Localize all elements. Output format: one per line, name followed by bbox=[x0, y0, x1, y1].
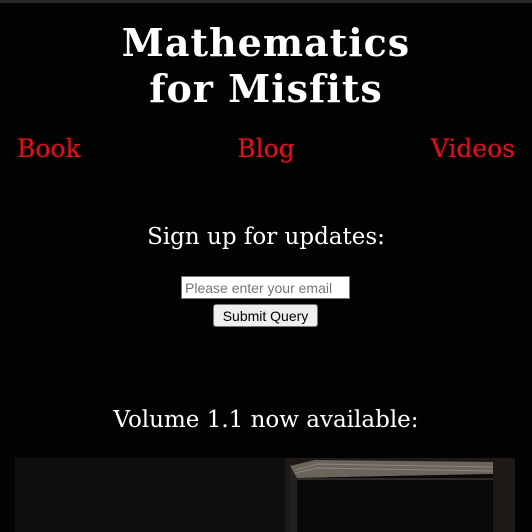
signup-heading: Sign up for updates: bbox=[147, 224, 385, 250]
site-title-line-2: for Misfits bbox=[149, 66, 383, 111]
book-cover-image[interactable] bbox=[15, 458, 515, 532]
nav-link-videos[interactable]: Videos bbox=[431, 131, 515, 167]
book-photo-graphic bbox=[15, 458, 515, 532]
email-input[interactable] bbox=[181, 276, 350, 299]
main-nav: Book Blog Videos bbox=[0, 131, 532, 167]
top-divider bbox=[0, 0, 532, 3]
volume-heading: Volume 1.1 now available: bbox=[113, 407, 419, 433]
site-title: Mathematics for Misfits bbox=[0, 20, 532, 112]
site-title-line-1: Mathematics bbox=[121, 20, 411, 65]
submit-button[interactable]: Submit Query bbox=[213, 304, 318, 327]
